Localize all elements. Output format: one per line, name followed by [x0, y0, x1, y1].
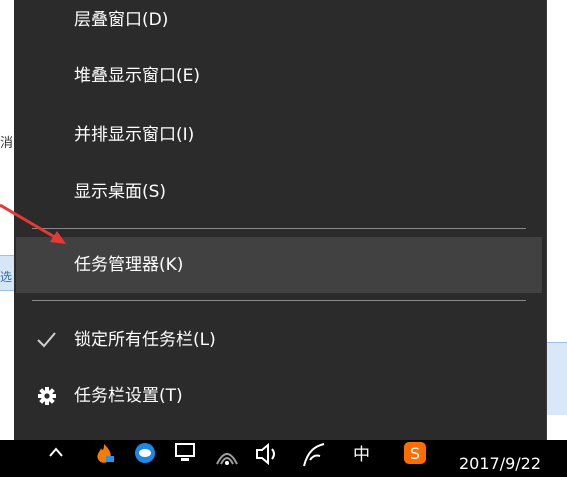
menu-item-label: 显示桌面(S) [74, 182, 167, 202]
menu-item-cascade-windows[interactable]: 层叠窗口(D) [16, 0, 542, 48]
pen-icon[interactable] [300, 440, 328, 470]
wifi-icon[interactable] [213, 440, 241, 470]
fire-icon[interactable] [92, 440, 116, 470]
menu-item-lock-taskbars[interactable]: 锁定所有任务栏(L) [16, 312, 542, 368]
cloud-icon[interactable] [132, 440, 158, 470]
menu-item-label: 并排显示窗口(I) [74, 125, 195, 145]
desktop-text-fragment: 选 [0, 270, 13, 284]
desktop-text-fragment: 消 [0, 136, 14, 151]
sogou-icon[interactable]: S [402, 440, 428, 470]
menu-item-label: 堆叠显示窗口(E) [74, 66, 201, 86]
menu-item-stack-windows[interactable]: 堆叠显示窗口(E) [16, 48, 542, 104]
background-window-edge [546, 0, 567, 440]
menu-item-show-desktop[interactable]: 显示桌面(S) [16, 164, 542, 220]
chevron-up-icon[interactable] [48, 440, 64, 470]
network-icon[interactable] [173, 440, 197, 470]
taskbar-clock-date[interactable]: 2017/9/22 [459, 454, 541, 473]
menu-item-label: 任务栏设置(T) [74, 386, 183, 406]
background-window-panel [546, 342, 567, 415]
svg-text:S: S [410, 444, 420, 463]
menu-item-side-by-side[interactable]: 并排显示窗口(I) [16, 107, 542, 163]
annotation-arrow-icon [0, 203, 66, 244]
menu-separator [32, 300, 526, 301]
menu-item-label: 层叠窗口(D) [74, 10, 169, 30]
gear-icon [36, 368, 58, 424]
speaker-icon[interactable] [254, 440, 282, 470]
taskbar-context-menu: 层叠窗口(D) 堆叠显示窗口(E) 并排显示窗口(I) 显示桌面(S) 任务管理… [14, 0, 547, 440]
menu-separator [32, 228, 526, 229]
menu-item-label: 任务管理器(K) [74, 255, 184, 275]
menu-item-label: 锁定所有任务栏(L) [74, 330, 216, 350]
check-icon [34, 312, 58, 368]
taskbar: 中 S 2017/9/22 [0, 440, 567, 477]
ime-language-indicator[interactable]: 中 [353, 440, 370, 465]
menu-item-taskbar-settings[interactable]: 任务栏设置(T) [16, 368, 542, 424]
menu-item-task-manager[interactable]: 任务管理器(K) [16, 237, 542, 293]
